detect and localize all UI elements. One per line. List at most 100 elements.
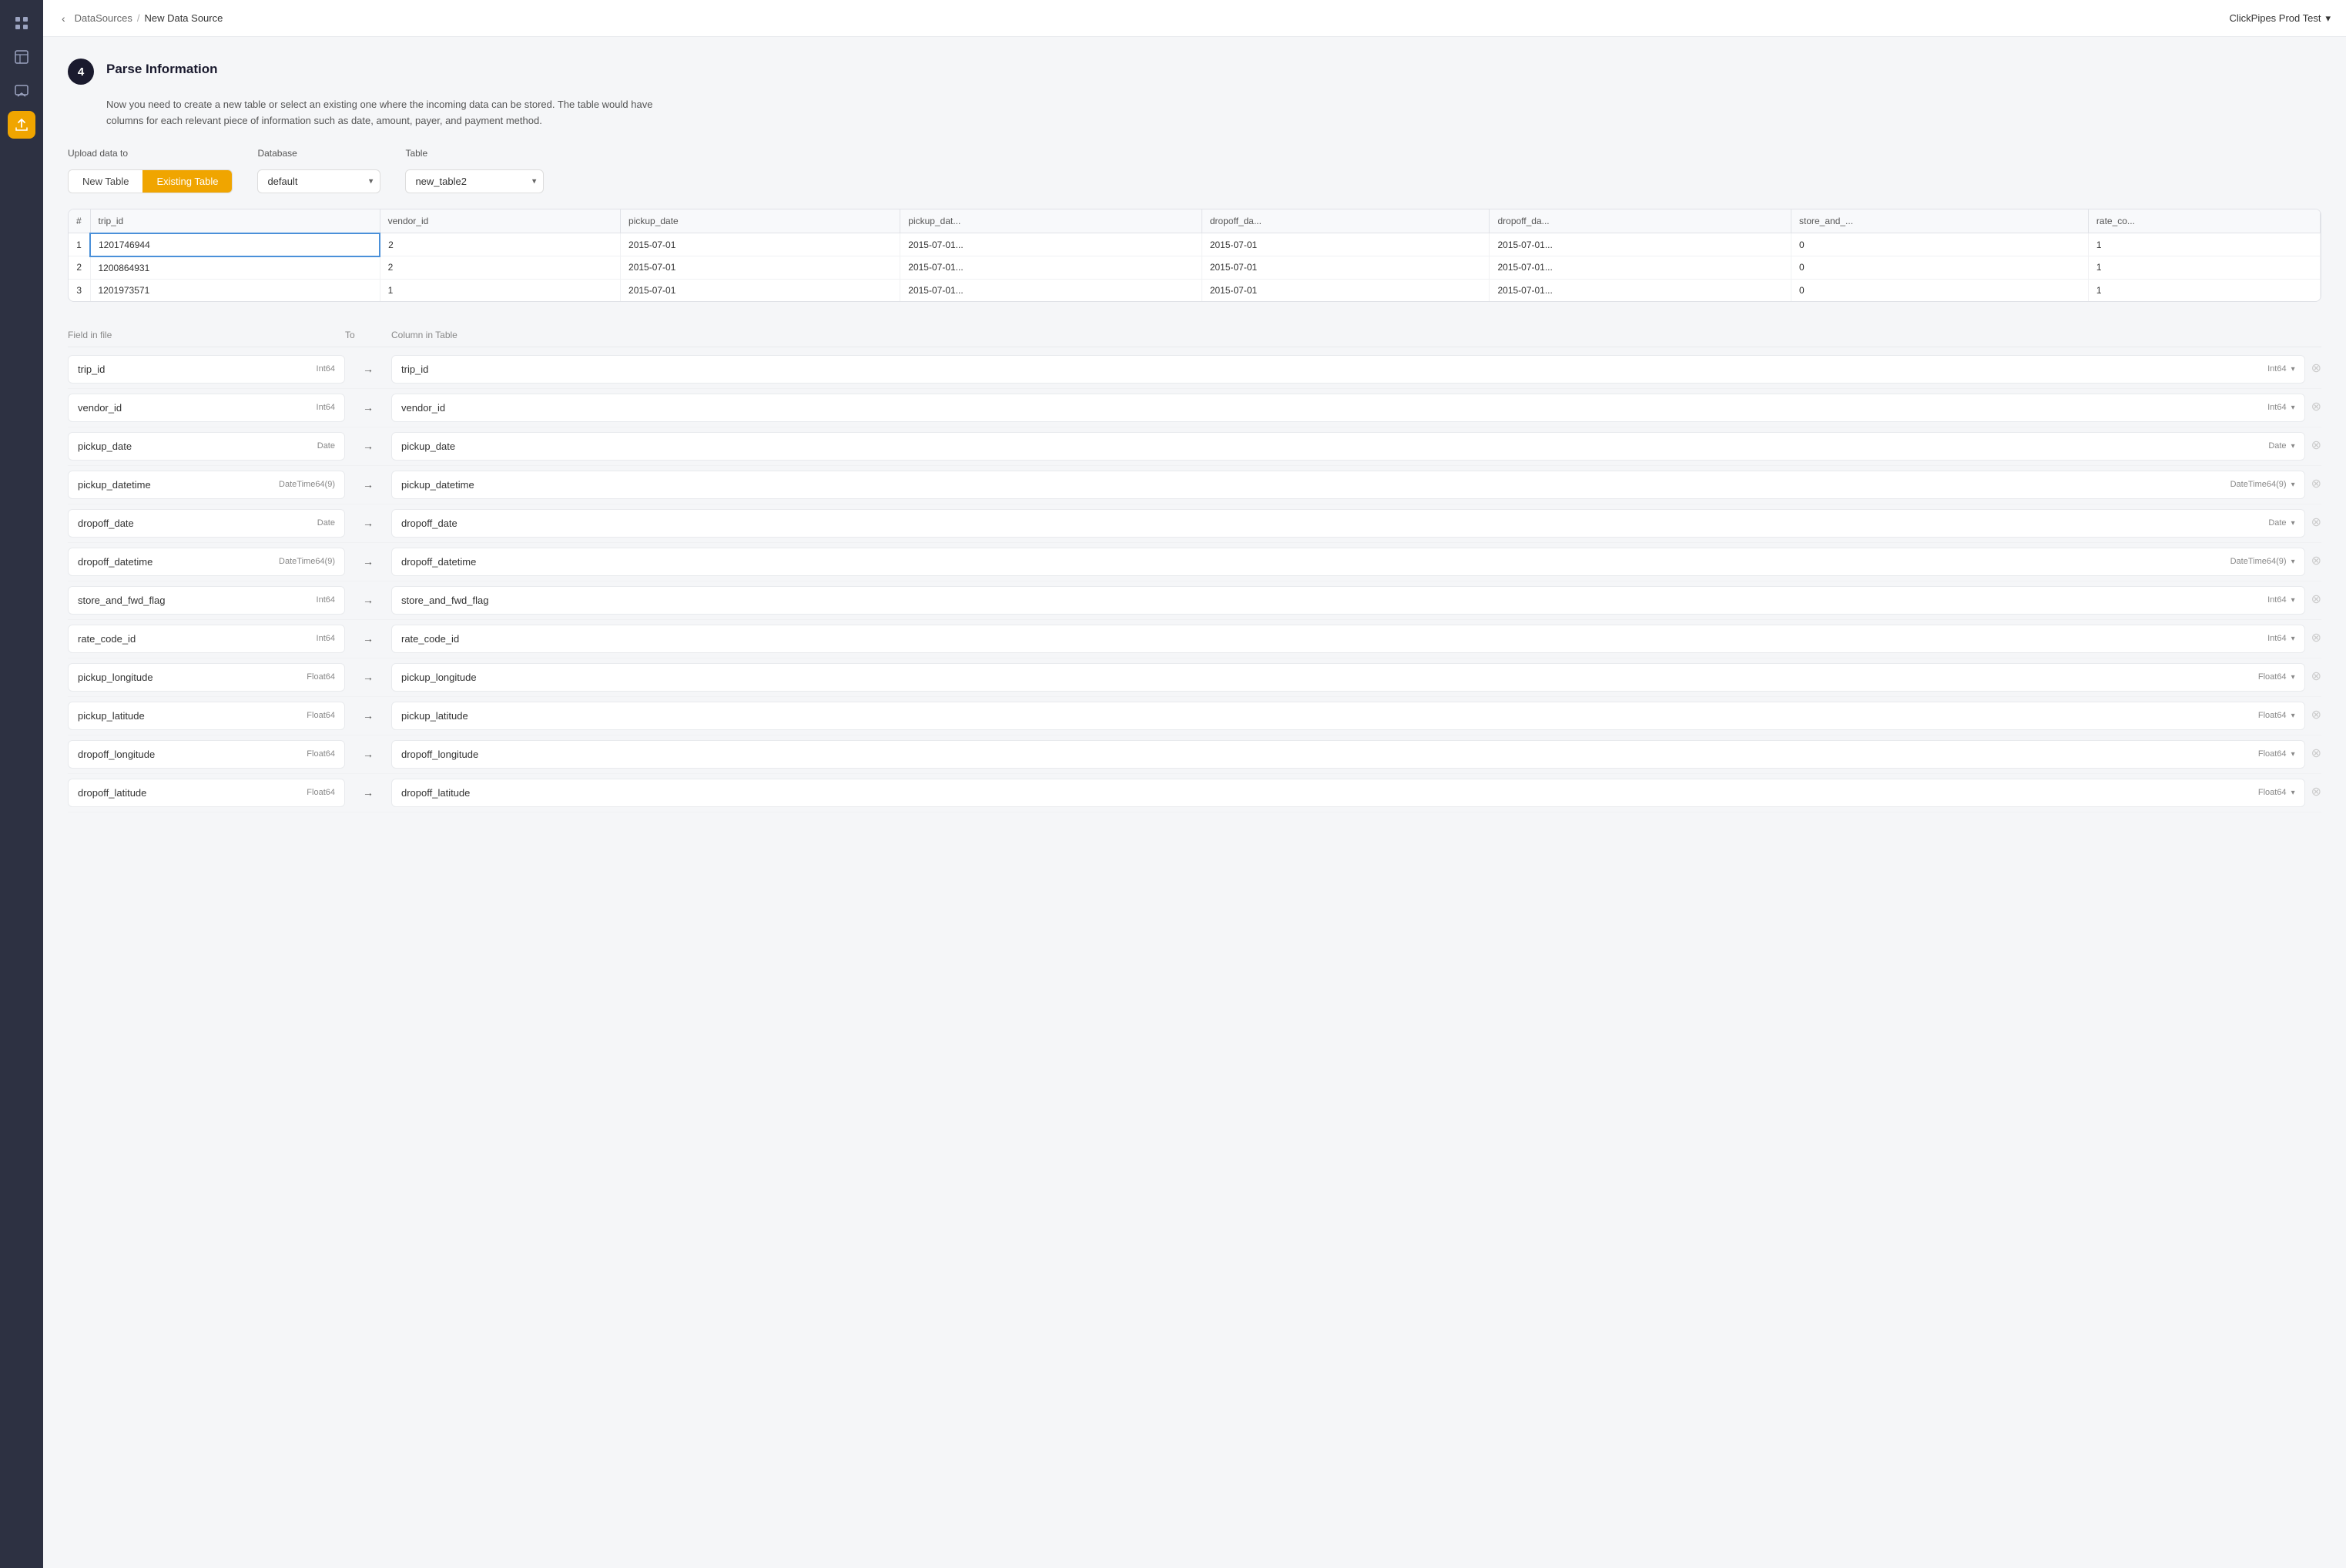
col-actions-4: Date ▾ (2268, 518, 2294, 528)
remove-mapping-btn-11[interactable]: ⊗ (2311, 786, 2321, 799)
table-col: Table new_table2 (405, 148, 544, 193)
data-preview: # trip_id vendor_id pickup_date pickup_d… (68, 209, 2321, 302)
remove-mapping-btn-2[interactable]: ⊗ (2311, 440, 2321, 452)
cell-pickup-date-3: 2015-07-01 (621, 279, 900, 301)
remove-mapping-btn-1[interactable]: ⊗ (2311, 401, 2321, 414)
database-select[interactable]: default (257, 169, 380, 193)
col-type-chevron-11[interactable]: ▾ (2291, 789, 2295, 797)
col-type-chevron-2[interactable]: ▾ (2291, 442, 2295, 451)
column-box-9: pickup_latitude Float64 ▾ (391, 702, 2305, 730)
remove-mapping-btn-4[interactable]: ⊗ (2311, 517, 2321, 529)
remove-mapping-btn-3[interactable]: ⊗ (2311, 478, 2321, 491)
remove-mapping-btn-10[interactable]: ⊗ (2311, 748, 2321, 760)
database-select-wrapper: default (257, 169, 380, 193)
col-type-chevron-1[interactable]: ▾ (2291, 404, 2295, 412)
field-name-5: dropoff_datetime (78, 556, 152, 568)
mapping-arrow-0: → (345, 363, 391, 375)
sidebar-icon-upload[interactable] (8, 111, 35, 139)
cell-vendor-2: 2 (380, 256, 620, 280)
col-type-chevron-6[interactable]: ▾ (2291, 596, 2295, 605)
cell-rate-3: 1 (2088, 279, 2320, 301)
col-actions-7: Int64 ▾ (2267, 634, 2295, 643)
column-inner-5: dropoff_datetime (401, 556, 2230, 568)
account-name: ClickPipes Prod Test (2229, 12, 2321, 24)
mapping-header-column: Column in Table (391, 330, 2321, 340)
col-type-chevron-3[interactable]: ▾ (2291, 481, 2295, 489)
field-box-1: vendor_id Int64 (68, 394, 345, 422)
col-type-chevron-5[interactable]: ▾ (2291, 558, 2295, 566)
cell-store-1: 0 (1791, 233, 2089, 256)
col-name-1: vendor_id (401, 402, 445, 414)
existing-table-btn[interactable]: Existing Table (142, 170, 232, 193)
column-inner-10: dropoff_longitude (401, 749, 2258, 760)
col-type-chevron-0[interactable]: ▾ (2291, 365, 2295, 374)
col-type-4: Date (2268, 518, 2286, 528)
col-type-3: DateTime64(9) (2230, 480, 2287, 489)
remove-mapping-btn-7[interactable]: ⊗ (2311, 632, 2321, 645)
col-actions-2: Date ▾ (2268, 441, 2294, 451)
col-actions-5: DateTime64(9) ▾ (2230, 557, 2295, 566)
col-actions-6: Int64 ▾ (2267, 595, 2295, 605)
sidebar-icon-grid[interactable] (8, 9, 35, 37)
column-box-7: rate_code_id Int64 ▾ (391, 625, 2305, 653)
breadcrumb-parent[interactable]: DataSources (75, 12, 132, 24)
field-name-8: pickup_longitude (78, 672, 153, 683)
col-type-6: Int64 (2267, 595, 2286, 605)
col-type-2: Date (2268, 441, 2286, 451)
col-type-11: Float64 (2258, 788, 2287, 797)
field-type-1: Int64 (317, 403, 335, 412)
field-name-11: dropoff_latitude (78, 787, 146, 799)
mapping-arrow-5: → (345, 555, 391, 568)
column-inner-4: dropoff_date (401, 518, 2268, 529)
col-type-chevron-10[interactable]: ▾ (2291, 750, 2295, 759)
new-table-btn[interactable]: New Table (69, 170, 142, 193)
back-button[interactable]: ‹ (59, 9, 69, 28)
sidebar-icon-table[interactable] (8, 43, 35, 71)
remove-mapping-btn-5[interactable]: ⊗ (2311, 555, 2321, 568)
column-inner-2: pickup_date (401, 441, 2268, 452)
mapping-arrow-3: → (345, 478, 391, 491)
main-area: ‹ DataSources / New Data Source ClickPip… (43, 0, 2346, 1568)
field-type-8: Float64 (307, 672, 335, 682)
col-actions-11: Float64 ▾ (2258, 788, 2295, 797)
col-type-chevron-7[interactable]: ▾ (2291, 635, 2295, 643)
preview-header-row: # trip_id vendor_id pickup_date pickup_d… (69, 209, 2321, 233)
cell-trip-id-2: 1200864931 (90, 256, 380, 280)
field-type-9: Float64 (307, 711, 335, 720)
field-box-8: pickup_longitude Float64 (68, 663, 345, 692)
mapping-row: rate_code_id Int64 → rate_code_id Int64 … (68, 620, 2321, 658)
col-actions-8: Float64 ▾ (2258, 672, 2295, 682)
cell-vendor-1: 2 (380, 233, 620, 256)
cell-pickup-date-1: 2015-07-01 (621, 233, 900, 256)
mapping-rows: trip_id Int64 → trip_id Int64 ▾ ⊗ vendor… (68, 350, 2321, 812)
topnav-left: ‹ DataSources / New Data Source (59, 9, 223, 28)
table-select[interactable]: new_table2 (405, 169, 544, 193)
field-box-7: rate_code_id Int64 (68, 625, 345, 653)
field-type-10: Float64 (307, 749, 335, 759)
remove-mapping-btn-9[interactable]: ⊗ (2311, 709, 2321, 722)
col-type-0: Int64 (2267, 364, 2286, 374)
column-box-4: dropoff_date Date ▾ (391, 509, 2305, 538)
cell-trip-id-1: 1201746944 (90, 233, 380, 256)
col-type-chevron-9[interactable]: ▾ (2291, 712, 2295, 720)
column-inner-1: vendor_id (401, 402, 2267, 414)
field-type-11: Float64 (307, 788, 335, 797)
sidebar-icon-message[interactable] (8, 77, 35, 105)
mapping-row: pickup_longitude Float64 → pickup_longit… (68, 658, 2321, 697)
cell-pickup-dt-3: 2015-07-01... (900, 279, 1202, 301)
table-row: 3 1201973571 1 2015-07-01 2015-07-01... … (69, 279, 2321, 301)
col-type-chevron-8[interactable]: ▾ (2291, 673, 2295, 682)
column-inner-9: pickup_latitude (401, 710, 2258, 722)
remove-mapping-btn-0[interactable]: ⊗ (2311, 363, 2321, 375)
column-box-6: store_and_fwd_flag Int64 ▾ (391, 586, 2305, 615)
content-area: 4 Parse Information Now you need to crea… (43, 37, 2346, 1568)
remove-mapping-btn-6[interactable]: ⊗ (2311, 594, 2321, 606)
col-type-1: Int64 (2267, 403, 2286, 412)
col-actions-0: Int64 ▾ (2267, 364, 2295, 374)
remove-mapping-btn-8[interactable]: ⊗ (2311, 671, 2321, 683)
field-type-3: DateTime64(9) (279, 480, 335, 489)
col-type-chevron-4[interactable]: ▾ (2291, 519, 2295, 528)
col-type-9: Float64 (2258, 711, 2287, 720)
account-menu[interactable]: ClickPipes Prod Test ▾ (2229, 12, 2331, 25)
mapping-arrow-6: → (345, 594, 391, 606)
